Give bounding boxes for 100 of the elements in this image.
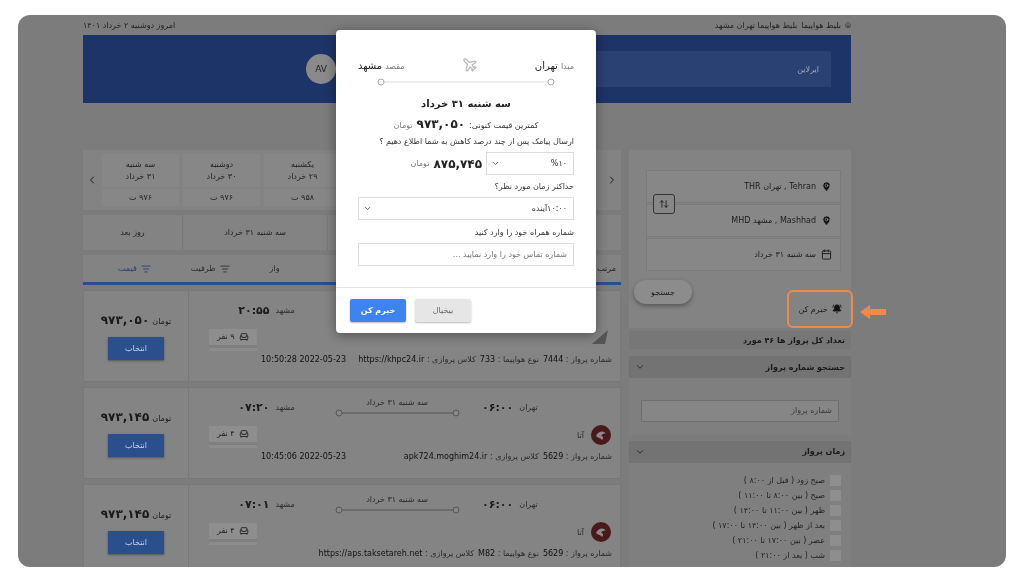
- next-day-link[interactable]: روز بعد: [83, 215, 183, 250]
- dialog-date: سه شنبه ۳۱ خرداد: [420, 98, 512, 109]
- seats-badge: ۴ نفر: [209, 425, 257, 445]
- today-date: امروز دوشنبه ۲ خرداد ۱۴۰۱: [83, 20, 176, 30]
- select-button[interactable]: انتخاب: [108, 530, 164, 554]
- date-field[interactable]: سه شنبه ۳۱ خرداد: [646, 238, 841, 271]
- checkbox-label: شب ( بعد از ۲۱:۰۰ ): [755, 550, 825, 560]
- day-price: ۹۷۶ ت: [102, 189, 179, 206]
- filter-header[interactable]: زمان پرواز: [629, 440, 851, 463]
- sort-icon: [219, 263, 230, 274]
- departure-time: ۰۶:۰۰: [482, 400, 514, 414]
- pin-icon: [821, 181, 832, 192]
- destination-label: مقصد: [385, 61, 405, 71]
- time-select[interactable]: ۱۰:۰۰آینده: [358, 197, 574, 220]
- day-name: دوشنبه: [209, 160, 234, 169]
- origin-field[interactable]: Tehran , تهران THR: [646, 170, 841, 203]
- select-button[interactable]: انتخاب: [108, 336, 164, 360]
- arrival-time: ۲۰:۵۵: [238, 303, 270, 317]
- swap-icon: [659, 199, 669, 209]
- percent-select[interactable]: %۱۰: [486, 152, 574, 175]
- filter-header[interactable]: جستجو شماره پرواز: [629, 356, 851, 378]
- target-price: ۸۷۵,۷۴۵: [433, 156, 482, 171]
- seats-badge: ۹ نفر: [209, 328, 257, 348]
- seat-icon: [238, 525, 249, 536]
- search-button[interactable]: جستجو: [634, 280, 692, 304]
- plane-icon: [461, 57, 478, 73]
- airline-chip[interactable]: AV: [306, 54, 336, 84]
- currency: تومان: [393, 121, 413, 130]
- origin-label: مبدا: [560, 61, 574, 71]
- day-name: سه شنبه: [125, 160, 156, 169]
- day-card[interactable]: دوشنبه ۳۰ خرداد: [183, 154, 260, 187]
- currency: تومان: [152, 510, 172, 520]
- calendar-icon: [821, 249, 832, 260]
- airline-logo: [590, 424, 612, 446]
- breadcrumb-link[interactable]: بلیط هواپیما: [801, 20, 841, 30]
- select-button[interactable]: انتخاب: [108, 433, 164, 457]
- chevron-icon: [363, 204, 372, 213]
- time-label: حداکثر زمان مورد نظر؟: [493, 182, 574, 191]
- checkbox-label: صبح ( بین ۸:۰۰ تا ۱۱:۰۰ ): [738, 490, 825, 500]
- sort-option[interactable]: قیمت: [118, 263, 151, 274]
- destination-city: مشهد: [275, 499, 295, 509]
- day-date: ۳۱ خرداد: [125, 172, 156, 181]
- flight-date: سه شنبه ۳۱ خرداد: [366, 397, 428, 407]
- currency: تومان: [410, 159, 430, 168]
- breadcrumb-link[interactable]: بلیط هواپیما تهران مشهد: [714, 20, 798, 30]
- seats-badge: ۴ نفر: [209, 522, 257, 542]
- sort-icon: [140, 263, 151, 274]
- checkbox-label: ظهر ( بین ۱۱:۰۰ تا ۱۴:۰۰ ): [733, 505, 825, 515]
- origin-city: تهران: [519, 402, 538, 412]
- day-price: ۹۷۶ ت: [183, 189, 260, 206]
- sort-label: مرتب: [597, 264, 616, 273]
- current-price: ۹۷۳,۰۵۰: [416, 117, 466, 131]
- sort-option[interactable]: واز: [269, 263, 280, 274]
- airline-name: آتا: [577, 430, 584, 440]
- price: ۹۷۳,۱۴۵: [100, 506, 150, 521]
- phone-label: شماره همراه خود را وارد کنید: [473, 228, 574, 237]
- arrival-time: ۰۷:۰۱: [238, 497, 270, 511]
- flight-date: سه شنبه ۳۱ خرداد: [366, 494, 428, 504]
- filter-title: جستجو شماره پرواز: [765, 362, 845, 372]
- airline-name: آتا: [577, 527, 584, 537]
- phone-field[interactable]: شماره تماس خود را وارد نمایید ...: [358, 243, 574, 266]
- notify-button[interactable]: خبرم کن: [787, 290, 853, 328]
- day-date: ۲۹ خرداد: [287, 172, 318, 181]
- arrow-icon: [860, 305, 886, 319]
- day-card[interactable]: سه شنبه ۳۱ خرداد: [102, 154, 179, 187]
- current-day[interactable]: سه شنبه ۳۱ خرداد: [183, 215, 328, 250]
- price: ۹۷۳,۰۵۰: [100, 312, 150, 327]
- checkbox-label: عصر ( بین ۱۷:۰۰ تا ۲۱:۰۰ ): [732, 535, 825, 545]
- destination-field[interactable]: Mashhad , مشهد MHD: [646, 204, 841, 237]
- day-date: ۳۰ خرداد: [206, 172, 237, 181]
- home-icon[interactable]: [845, 22, 851, 28]
- chevron-icon: [491, 159, 500, 168]
- currency: تومان: [152, 413, 172, 423]
- destination-city: مشهد: [358, 59, 383, 71]
- price-label: کمترین قیمت کنونی:: [469, 121, 539, 130]
- currency: تومان: [152, 316, 172, 326]
- arrival-time: ۰۷:۲۰: [238, 400, 270, 414]
- checkbox-label: صبح زود ( قبل از ۸:۰۰ ): [743, 475, 825, 485]
- bell-icon: [831, 304, 842, 314]
- origin-city: تهران: [534, 59, 558, 71]
- pin-icon: [821, 215, 832, 226]
- notify-button[interactable]: خبرم کن: [350, 299, 406, 322]
- seat-icon: [238, 331, 249, 342]
- destination-city: مشهد: [275, 402, 295, 412]
- seat-icon: [238, 428, 249, 439]
- percent-question: ارسال پیامک پس از چند درصد کاهش به شما اطلاع دهیم ؟: [378, 137, 574, 146]
- price: ۹۷۳,۱۴۵: [100, 409, 150, 424]
- flight-number-field[interactable]: شماره پرواز: [641, 399, 839, 422]
- origin-city: تهران: [519, 499, 538, 509]
- filter-title: زمان پرواز: [802, 447, 845, 456]
- cancel-button[interactable]: بیخیال: [415, 299, 471, 322]
- swap-button[interactable]: [653, 194, 675, 214]
- checkbox-label: بعد از ظهر ( بین ۱۴:۰۰ تا ۱۷:۰۰ ): [712, 520, 825, 530]
- day-name: یکشنبه: [291, 160, 314, 169]
- timestamp: 2022-05-23 10:50:28: [261, 355, 346, 364]
- timestamp: 2022-05-23 10:45:06: [261, 452, 346, 461]
- departure-time: ۰۶:۰۰: [482, 497, 514, 511]
- total-count: تعداد کل پرواز ها ۴۶ مورد: [629, 331, 851, 349]
- destination-city: مشهد: [275, 305, 295, 315]
- sort-option[interactable]: ظرفیت: [190, 263, 230, 274]
